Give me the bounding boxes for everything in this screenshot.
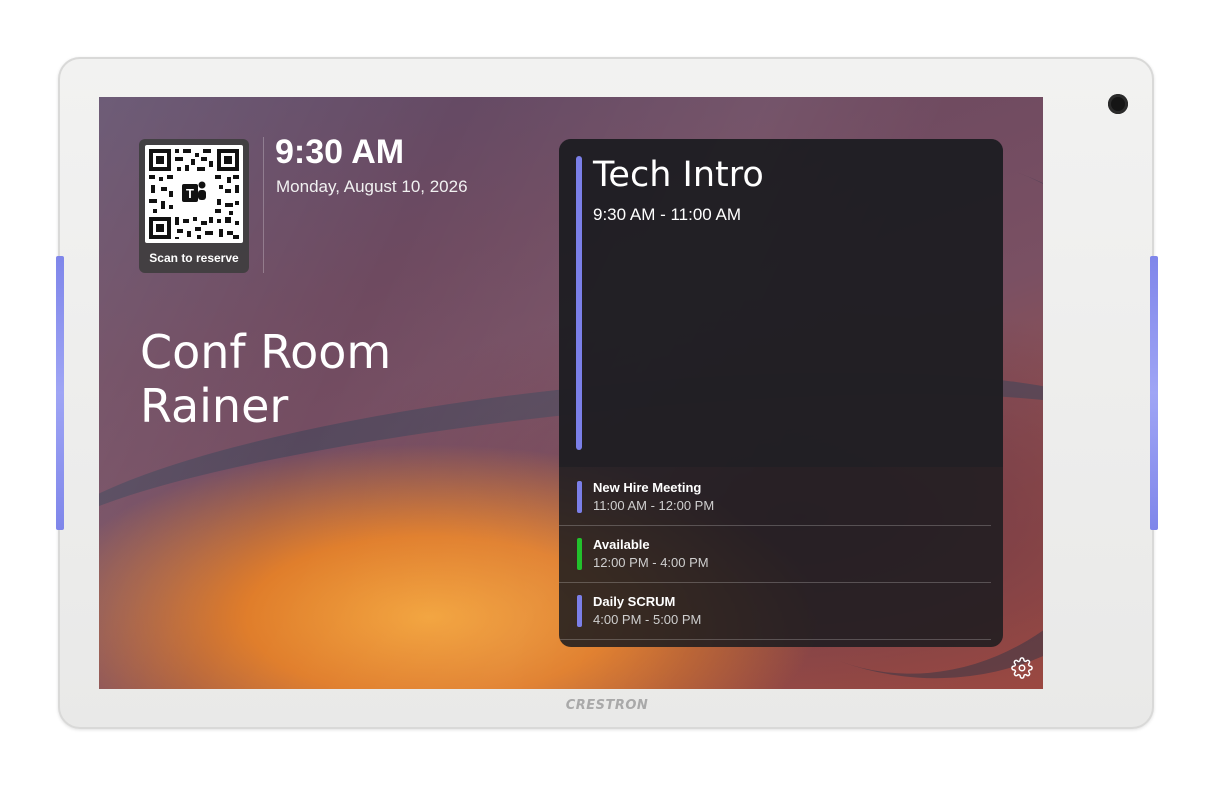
list-item-accent xyxy=(577,538,582,570)
svg-text:T: T xyxy=(186,186,194,201)
qr-label: Scan to reserve xyxy=(149,251,239,265)
list-item[interactable]: Daily SCRUM 4:00 PM - 5:00 PM xyxy=(559,583,991,640)
clock-date: Monday, August 10, 2026 xyxy=(276,177,468,196)
gear-icon[interactable] xyxy=(1011,657,1033,679)
list-item[interactable]: Available 12:00 PM - 4:00 PM xyxy=(559,526,991,583)
current-meeting-card[interactable]: Tech Intro 9:30 AM - 11:00 AM xyxy=(559,139,1003,467)
qr-code[interactable]: T xyxy=(145,145,243,243)
upcoming-list: New Hire Meeting 11:00 AM - 12:00 PM Ava… xyxy=(559,469,1003,640)
current-meeting-accent xyxy=(576,156,582,450)
status-led-left xyxy=(56,256,64,530)
list-item-accent xyxy=(577,481,582,513)
list-item-title: Available xyxy=(593,537,650,552)
status-led-right xyxy=(1150,256,1158,530)
list-item[interactable]: New Hire Meeting 11:00 AM - 12:00 PM xyxy=(559,469,991,526)
touch-screen: T Scan to reserve 9:30 AM Monday, August… xyxy=(99,97,1043,689)
clock-time: 9:30 AM xyxy=(275,133,405,171)
list-item-title: Daily SCRUM xyxy=(593,594,676,609)
current-meeting-time: 9:30 AM - 11:00 AM xyxy=(593,205,742,224)
qr-reserve-card[interactable]: T Scan to reserve xyxy=(139,139,249,273)
list-item-time: 11:00 AM - 12:00 PM xyxy=(593,498,715,513)
schedule-panel: Tech Intro 9:30 AM - 11:00 AM New Hire M… xyxy=(559,139,1003,647)
room-name: Conf Room Rainer xyxy=(140,325,560,433)
list-item-time: 12:00 PM - 4:00 PM xyxy=(593,555,709,570)
room-name-line1: Conf Room xyxy=(140,325,392,379)
camera-lens xyxy=(1108,94,1128,114)
header-divider xyxy=(263,137,264,273)
qr-code-graphic: T xyxy=(149,149,239,239)
brand-logo: CRESTRON xyxy=(565,698,649,713)
current-meeting-title: Tech Intro xyxy=(593,155,764,195)
list-item-title: New Hire Meeting xyxy=(593,480,702,495)
list-item-accent xyxy=(577,595,582,627)
list-item-time: 4:00 PM - 5:00 PM xyxy=(593,612,702,627)
room-name-line2: Rainer xyxy=(140,379,289,433)
